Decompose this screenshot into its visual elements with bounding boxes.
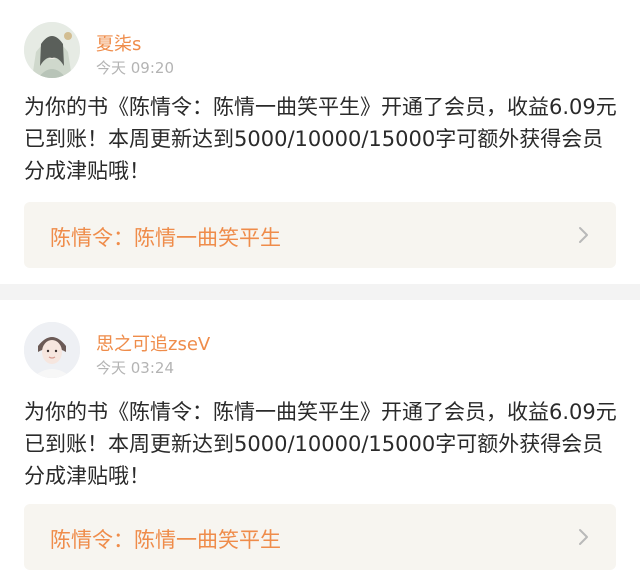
book-link-card[interactable]: 陈情令：陈情一曲笑平生 bbox=[24, 504, 616, 570]
notification-card: 思之可追zseV 今天 03:24 为你的书《陈情令：陈情一曲笑平生》开通了会员… bbox=[0, 300, 640, 577]
chevron-right-icon bbox=[579, 227, 588, 243]
book-link-card[interactable]: 陈情令：陈情一曲笑平生 bbox=[24, 202, 616, 268]
notification-message: 为你的书《陈情令：陈情一曲笑平生》开通了会员，收益6.09元已到账！本周更新达到… bbox=[24, 95, 617, 183]
notification-message: 为你的书《陈情令：陈情一曲笑平生》开通了会员，收益6.09元已到账！本周更新达到… bbox=[24, 400, 617, 488]
card-divider bbox=[0, 284, 640, 300]
avatar[interactable] bbox=[24, 322, 80, 378]
avatar[interactable] bbox=[24, 22, 80, 78]
book-link-title: 陈情令：陈情一曲笑平生 bbox=[50, 528, 281, 552]
username[interactable]: 思之可追zseV bbox=[96, 330, 210, 356]
notification-card: 夏柒s 今天 09:20 为你的书《陈情令：陈情一曲笑平生》开通了会员，收益6.… bbox=[0, 0, 640, 284]
timestamp: 今天 09:20 bbox=[96, 59, 174, 77]
username[interactable]: 夏柒s bbox=[96, 30, 141, 56]
timestamp: 今天 03:24 bbox=[96, 359, 174, 377]
chevron-right-icon bbox=[579, 529, 588, 545]
notification-feed: 夏柒s 今天 09:20 为你的书《陈情令：陈情一曲笑平生》开通了会员，收益6.… bbox=[0, 0, 640, 577]
book-link-title: 陈情令：陈情一曲笑平生 bbox=[50, 226, 281, 250]
